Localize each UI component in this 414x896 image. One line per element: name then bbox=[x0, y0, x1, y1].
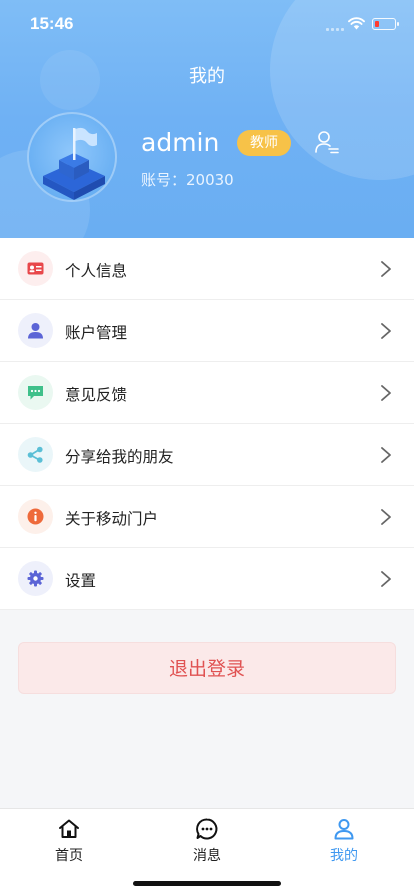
chevron-right-icon bbox=[381, 571, 391, 587]
share-icon bbox=[18, 437, 53, 472]
id-card-icon bbox=[18, 251, 53, 286]
cellular-signal-icon bbox=[326, 27, 346, 31]
gear-icon bbox=[18, 561, 53, 596]
tab-label: 首页 bbox=[55, 848, 83, 864]
menu-item-settings[interactable]: 设置 bbox=[0, 548, 414, 610]
tab-messages[interactable]: 消息 bbox=[167, 817, 247, 865]
account-number: 账号：20030 bbox=[141, 171, 234, 189]
info-icon bbox=[18, 499, 53, 534]
menu-item-about[interactable]: 关于移动门户 bbox=[0, 486, 414, 548]
chevron-right-icon bbox=[381, 509, 391, 525]
chevron-right-icon bbox=[381, 323, 391, 339]
wifi-icon bbox=[348, 17, 365, 30]
user-icon bbox=[18, 313, 53, 348]
menu-item-feedback[interactable]: 意见反馈 bbox=[0, 362, 414, 424]
settings-menu: 个人信息 账户管理 意见反馈 分享给我的朋友 关于移动门户 设置 bbox=[0, 238, 414, 610]
tab-label: 消息 bbox=[193, 848, 221, 864]
tab-profile[interactable]: 我的 bbox=[304, 817, 384, 865]
menu-item-label: 分享给我的朋友 bbox=[65, 448, 174, 466]
battery-icon bbox=[372, 18, 399, 30]
tab-label: 我的 bbox=[330, 848, 358, 864]
avatar[interactable] bbox=[27, 112, 117, 202]
menu-item-label: 账户管理 bbox=[65, 324, 128, 342]
menu-item-share[interactable]: 分享给我的朋友 bbox=[0, 424, 414, 486]
home-indicator bbox=[133, 881, 281, 886]
profile-header: 15:46 我的 admin 教师 账号：20030 bbox=[0, 0, 414, 238]
chat-icon bbox=[196, 818, 218, 840]
chevron-right-icon bbox=[381, 385, 391, 401]
home-icon bbox=[59, 819, 79, 838]
page-title: 我的 bbox=[189, 66, 225, 87]
menu-item-account-management[interactable]: 账户管理 bbox=[0, 300, 414, 362]
message-icon bbox=[18, 375, 53, 410]
menu-item-personal-info[interactable]: 个人信息 bbox=[0, 238, 414, 300]
logout-button[interactable]: 退出登录 bbox=[18, 642, 396, 694]
flag-cube-icon bbox=[43, 127, 105, 200]
status-time: 15:46 bbox=[30, 14, 74, 33]
profile-icon bbox=[334, 819, 354, 840]
role-badge: 教师 bbox=[237, 130, 291, 156]
menu-item-label: 个人信息 bbox=[65, 262, 128, 280]
menu-item-label: 意见反馈 bbox=[65, 386, 128, 404]
chevron-right-icon bbox=[381, 447, 391, 463]
tab-home[interactable]: 首页 bbox=[29, 817, 109, 865]
user-edit-icon[interactable] bbox=[314, 130, 340, 154]
username: admin bbox=[141, 128, 220, 157]
menu-item-label: 关于移动门户 bbox=[65, 510, 159, 528]
chevron-right-icon bbox=[381, 261, 391, 277]
menu-item-label: 设置 bbox=[65, 572, 97, 590]
status-bar: 15:46 bbox=[0, 0, 414, 50]
